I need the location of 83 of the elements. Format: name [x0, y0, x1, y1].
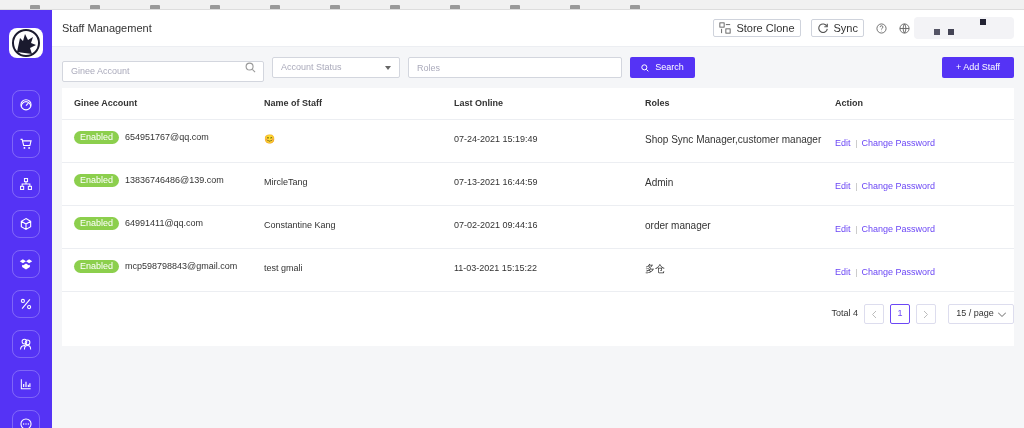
staff-name: MircleTang [264, 176, 309, 189]
percent-icon [19, 297, 33, 311]
last-online-time: 07-24-2021 15:19:49 [454, 133, 539, 146]
sidebar-nav-button[interactable] [12, 250, 40, 278]
folder-icon[interactable] [30, 5, 40, 9]
hierarchy-icon [19, 177, 33, 191]
sidebar-nav-button[interactable] [12, 170, 40, 198]
roles-text: order manager [645, 219, 712, 233]
folder-icon[interactable] [210, 5, 220, 9]
edit-link[interactable]: Edit [835, 266, 851, 280]
next-page-button[interactable] [916, 304, 936, 324]
add-staff-button[interactable]: + Add Staff [942, 57, 1014, 78]
edit-link[interactable]: Edit [835, 180, 851, 194]
column-header: Ginee Account [74, 96, 139, 110]
change-password-link[interactable]: Change Password [861, 223, 936, 237]
account-email: 654951767@qq.com [125, 131, 209, 144]
account-email: 64991411@qq.com [125, 217, 204, 230]
roles-text: Shop Sync Manager,customer manager [645, 133, 823, 147]
status-badge: Enabled [74, 131, 120, 144]
folder-icon[interactable] [630, 5, 640, 9]
change-password-link[interactable]: Change Password [861, 180, 936, 194]
previous-page-button[interactable] [864, 304, 884, 324]
roles-text: Admin [645, 176, 675, 190]
folder-icon[interactable] [570, 5, 580, 9]
folder-icon[interactable] [390, 5, 400, 9]
sidebar-nav-button[interactable] [12, 130, 40, 158]
change-password-link[interactable]: Change Password [861, 266, 936, 280]
folder-icon[interactable] [270, 5, 280, 9]
folder-icon[interactable] [150, 5, 160, 9]
account-email: mcp598798843@gmail.com [125, 260, 238, 273]
sidebar-nav-button[interactable] [12, 90, 40, 118]
edit-link[interactable]: Edit [835, 137, 851, 151]
chevron-right-icon [924, 310, 928, 318]
cube-icon [19, 217, 33, 231]
sidebar-nav-button[interactable] [12, 330, 40, 358]
refresh-icon [816, 22, 829, 34]
sidebar-nav-button[interactable] [12, 290, 40, 318]
folder-icon[interactable] [90, 5, 100, 9]
caret-icon [385, 65, 391, 70]
search-icon [641, 63, 650, 72]
folder-icon[interactable] [330, 5, 340, 9]
bar-chart-icon [19, 377, 33, 391]
globe-icon[interactable] [899, 22, 910, 34]
search-button[interactable]: Search [630, 57, 695, 78]
chevron-left-icon [872, 310, 876, 318]
column-header: Name of Staff [264, 96, 323, 110]
staff-name: Constantine Kang [264, 219, 337, 232]
grid-icon [719, 22, 732, 34]
search-icon [245, 62, 256, 73]
page-button[interactable]: 1 [890, 304, 910, 324]
chat-bubble-icon [19, 417, 33, 428]
roles-text: 多仓 [645, 262, 666, 276]
page-title: Staff Management [62, 20, 152, 36]
edit-link[interactable]: Edit [835, 223, 851, 237]
roles-field[interactable]: Roles [408, 57, 622, 78]
column-header: Last Online [454, 96, 504, 110]
gauge-icon [19, 97, 33, 111]
change-password-link[interactable]: Change Password [861, 137, 936, 151]
column-header: Action [835, 96, 864, 110]
status-badge: Enabled [74, 174, 120, 187]
account-search-field[interactable]: Ginee Account [62, 60, 264, 82]
last-online-time: 11-03-2021 15:15:22 [454, 262, 538, 275]
last-online-time: 07-02-2021 09:44:16 [454, 219, 539, 232]
boxes-icon [19, 257, 33, 271]
staff-name: 😊 [264, 133, 276, 146]
help-icon[interactable] [876, 22, 887, 34]
chevron-down-icon [997, 311, 1006, 317]
sync-button[interactable]: Sync [810, 19, 864, 37]
sidebar-nav-button[interactable] [12, 370, 40, 398]
last-online-time: 07-13-2021 16:44:59 [454, 176, 539, 189]
sidebar-nav-button[interactable] [12, 210, 40, 238]
users-icon [19, 337, 33, 351]
column-header: Roles [645, 96, 671, 110]
folder-icon[interactable] [450, 5, 460, 9]
page-size-select[interactable]: 15 / page [948, 304, 1014, 324]
folder-icon[interactable] [510, 5, 520, 9]
staff-name: test gmali [264, 262, 304, 275]
account-email: 13836746486@139.com [125, 174, 224, 187]
cart-icon [19, 137, 33, 151]
store-clone-button[interactable]: Store Clone [713, 19, 801, 37]
total-count: Total 4 [831, 307, 858, 321]
status-badge: Enabled [74, 217, 120, 230]
status-badge: Enabled [74, 260, 120, 273]
